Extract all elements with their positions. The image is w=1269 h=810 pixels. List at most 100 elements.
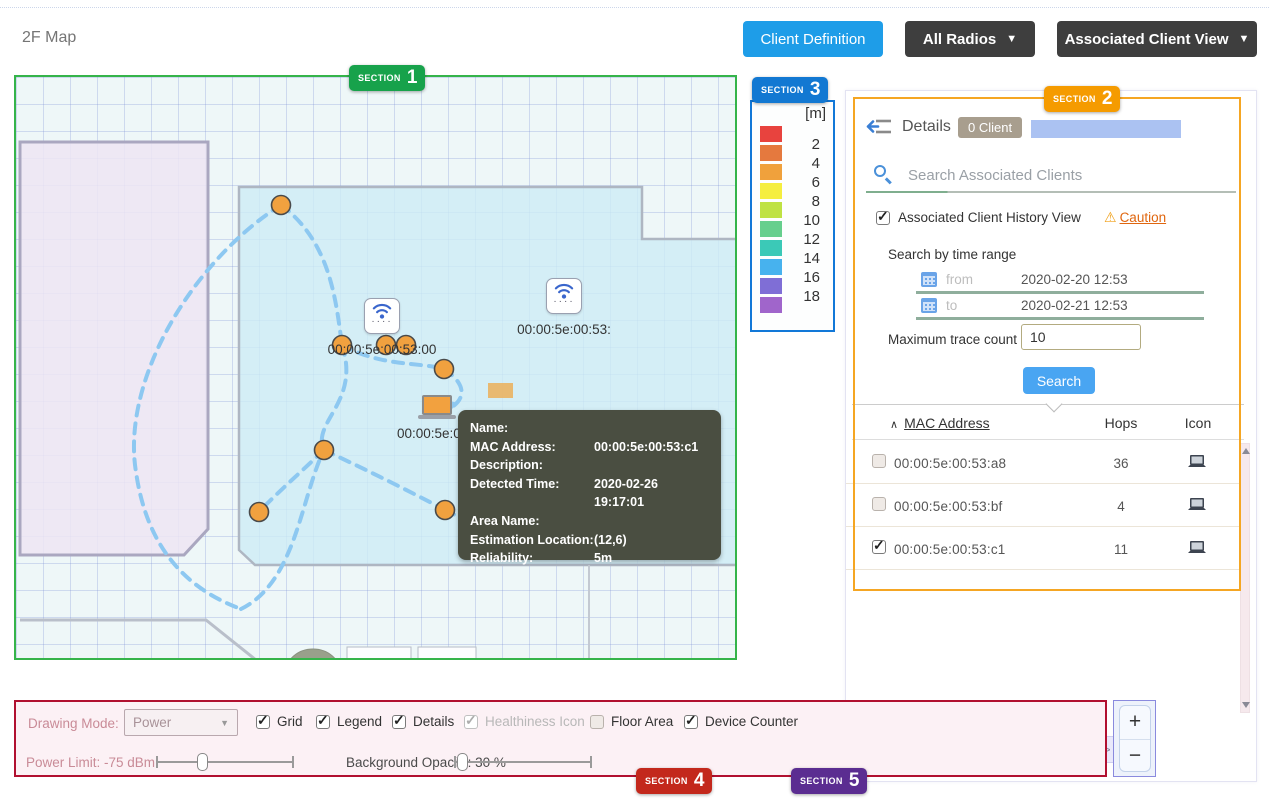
sort-ascending-icon: ∧ xyxy=(890,419,899,431)
column-header-mac-address[interactable]: ∧ MAC Address xyxy=(890,415,990,431)
table-scrollbar[interactable] xyxy=(1240,443,1250,713)
scroll-up-icon[interactable] xyxy=(1242,448,1250,454)
section-badge-5: SECTION 5 xyxy=(791,768,868,794)
from-underline xyxy=(916,291,1204,294)
selected-client-field[interactable] xyxy=(1031,120,1181,138)
trace-point[interactable] xyxy=(433,358,455,380)
checkbox[interactable] xyxy=(684,712,698,729)
access-point-label: 00:00:5e:00:53: xyxy=(517,322,611,337)
legend-boundary-label: 14 xyxy=(803,250,820,267)
search-button[interactable]: Search xyxy=(1023,367,1095,394)
furniture-desk xyxy=(417,646,477,658)
tooltip-row: Reliability: 5m xyxy=(470,551,613,566)
legend-swatch xyxy=(760,145,782,161)
access-point-icon[interactable]: ···· xyxy=(546,278,582,314)
client-laptop-icon[interactable] xyxy=(418,395,456,421)
legend-swatch xyxy=(760,221,782,237)
checkbox[interactable] xyxy=(590,714,604,729)
client-mac-address: 00:00:5e:00:53:a8 xyxy=(894,456,1007,471)
checkbox[interactable] xyxy=(392,712,406,729)
power-limit-slider[interactable] xyxy=(156,752,294,772)
results-pointer-notch xyxy=(1045,395,1063,413)
legend-boundary-label: 12 xyxy=(803,231,820,248)
page-title: 2F Map xyxy=(22,29,77,46)
drawing-mode-label: Drawing Mode: xyxy=(28,716,119,731)
top-divider xyxy=(0,7,1269,8)
client-definition-button[interactable]: Client Definition xyxy=(743,21,883,57)
caution-link[interactable]: ⚠ Caution xyxy=(1104,209,1166,226)
column-header-icon: Icon xyxy=(1184,415,1212,431)
wall xyxy=(20,618,256,658)
power-limit-slider-thumb[interactable] xyxy=(197,753,209,771)
client-row-checkbox[interactable] xyxy=(872,497,886,511)
laptop-icon xyxy=(1186,539,1208,557)
distance-legend: [m] 2 4 6 8 10 12 14 16 18 xyxy=(750,100,835,332)
legend-boundary-label: 6 xyxy=(811,174,820,191)
trace-point[interactable] xyxy=(248,501,270,523)
floor-map[interactable]: ···· 00:00:5e:00:53:00 ···· 00:00:5e:00:53:… xyxy=(14,75,737,660)
client-hops: 4 xyxy=(1117,499,1125,514)
map-display-toolbar: Drawing Mode: Power ▼ Grid Legend Details H… xyxy=(14,700,1107,777)
trace-point[interactable] xyxy=(434,499,456,521)
checkbox[interactable] xyxy=(316,712,330,729)
toolbar-checkbox-floor-area[interactable]: Floor Area xyxy=(590,714,673,729)
toolbar-checkbox-healthiness-icon: Healthiness Icon xyxy=(464,712,585,729)
legend-swatch xyxy=(760,164,782,180)
toolbar-checkbox-grid[interactable]: Grid xyxy=(256,712,303,729)
legend-boundary-label: 16 xyxy=(803,269,820,286)
scroll-down-icon[interactable] xyxy=(1242,702,1250,708)
client-table-row[interactable]: 00:00:5e:00:53:bf 4 xyxy=(846,484,1242,527)
calendar-icon[interactable] xyxy=(921,298,937,313)
legend-swatch xyxy=(760,297,782,313)
legend-boundary-label: 10 xyxy=(803,212,820,229)
drawing-mode-select[interactable]: Power ▼ xyxy=(124,709,238,736)
client-table-row[interactable]: 00:00:5e:00:53:c1 11 xyxy=(846,527,1242,570)
max-trace-label: Maximum trace count xyxy=(888,332,1018,347)
floor-area-marker xyxy=(488,383,513,398)
to-value[interactable]: 2020-02-21 12:53 xyxy=(1021,298,1128,313)
client-mac-address: 00:00:5e:00:53:bf xyxy=(894,499,1003,514)
toolbar-checkbox-device-counter[interactable]: Device Counter xyxy=(684,712,798,729)
trace-point[interactable] xyxy=(270,194,292,216)
time-range-label: Search by time range xyxy=(888,247,1017,262)
section-badge-1: SECTION 1 xyxy=(349,65,426,91)
warning-icon: ⚠ xyxy=(1104,209,1117,225)
background-opacity-slider[interactable] xyxy=(454,752,592,772)
calendar-icon[interactable] xyxy=(921,272,937,287)
to-underline xyxy=(916,317,1204,320)
furniture-ellipse xyxy=(290,648,336,658)
trace-point[interactable] xyxy=(313,439,335,461)
zoom-out-button[interactable]: − xyxy=(1120,739,1150,771)
history-view-checkbox[interactable] xyxy=(876,208,890,225)
section-badge-2: SECTION 2 xyxy=(1044,86,1121,112)
ap-ports: ···· xyxy=(553,296,575,307)
background-opacity-slider-thumb[interactable] xyxy=(456,753,468,771)
associated-client-panel: Details 0 Client Search Associated Clien… xyxy=(845,90,1257,782)
search-associated-clients-input[interactable]: Search Associated Clients xyxy=(908,167,1082,184)
legend-swatch xyxy=(760,240,782,256)
from-label: from xyxy=(946,272,973,287)
checkbox[interactable] xyxy=(256,712,270,729)
search-underline xyxy=(866,191,1236,193)
back-arrow-icon[interactable] xyxy=(866,118,892,136)
chevron-down-icon: ▼ xyxy=(1238,33,1250,45)
zoom-in-button[interactable]: + xyxy=(1120,706,1150,738)
search-icon xyxy=(874,165,892,185)
power-limit-label: Power Limit: -75 dBm xyxy=(26,755,156,770)
legend-unit-label: [m] xyxy=(805,105,826,122)
toolbar-checkbox-legend[interactable]: Legend xyxy=(316,712,382,729)
details-title: Details xyxy=(902,118,951,135)
client-table-row[interactable]: 00:00:5e:00:53:a8 36 xyxy=(846,441,1242,484)
toolbar-checkbox-details[interactable]: Details xyxy=(392,712,454,729)
section-badge-4: SECTION 4 xyxy=(636,768,713,794)
history-view-label: Associated Client History View xyxy=(898,210,1081,225)
associated-client-view-dropdown[interactable]: Associated Client View ▼ xyxy=(1057,21,1257,57)
client-row-checkbox[interactable] xyxy=(872,454,886,468)
client-row-checkbox[interactable] xyxy=(872,537,886,554)
tooltip-row: Name: xyxy=(470,421,509,435)
from-value[interactable]: 2020-02-20 12:53 xyxy=(1021,272,1128,287)
max-trace-input[interactable]: 10 xyxy=(1021,324,1141,350)
access-point-icon[interactable]: ···· xyxy=(364,298,400,334)
all-radios-dropdown[interactable]: All Radios ▼ xyxy=(905,21,1035,57)
to-label: to xyxy=(946,298,958,313)
